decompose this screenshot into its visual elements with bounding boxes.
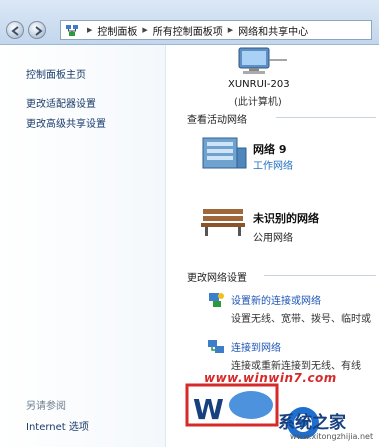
svg-text:W: W — [193, 393, 224, 426]
computer-subtitle: (此计算机) — [234, 97, 282, 108]
chevron-right-icon: ▶ — [142, 26, 148, 34]
network-name: 未识别的网络 — [253, 212, 319, 225]
change-settings-heading: 更改网络设置 — [187, 273, 247, 284]
connect-network-icon — [208, 340, 224, 353]
connect-network-desc: 连接或重新连接到无线、有线 — [231, 361, 361, 372]
breadcrumb-control-panel[interactable]: 控制面板 — [97, 23, 137, 38]
watermark-brand: 系统之家 — [278, 413, 346, 433]
breadcrumb-all-items[interactable]: 所有控制面板项 — [153, 23, 223, 38]
chevron-right-icon: ▶ — [227, 26, 234, 34]
network-type: 公用网络 — [253, 233, 293, 244]
computer-name: XUNRUI-203 — [228, 79, 290, 90]
breadcrumb-network-center[interactable]: 网络和共享中心 — [238, 23, 308, 38]
network-center-icon — [65, 23, 79, 37]
new-connection-icon — [209, 293, 224, 307]
bench-icon — [201, 209, 245, 236]
watermark-brand-url: www.xitongzhijia.net — [290, 432, 374, 441]
building-network-icon — [202, 137, 247, 169]
setup-connection-link[interactable]: 设置新的连接或网络 — [231, 292, 321, 307]
forward-button[interactable] — [28, 21, 46, 39]
network-name: 网络 9 — [253, 143, 287, 156]
watermark-url: www.winwin7.com — [204, 371, 337, 385]
back-button[interactable] — [6, 21, 24, 39]
internet-options-link[interactable]: Internet 选项 — [26, 418, 89, 433]
sidebar-item-home[interactable]: 控制面板主页 — [26, 66, 86, 81]
sidebar-item-sharing-settings[interactable]: 更改高级共享设置 — [26, 115, 106, 130]
address-bar[interactable]: ▶ 控制面板 ▶ 所有控制面板项 ▶ 网络和共享中心 — [60, 20, 372, 40]
see-also-heading: 另请参阅 — [26, 401, 66, 412]
connect-network-link[interactable]: 连接到网络 — [231, 339, 281, 354]
chevron-right-icon: ▶ — [87, 26, 93, 34]
divider — [276, 117, 376, 118]
computer-icon — [238, 47, 287, 74]
setup-connection-desc: 设置无线、宽带、拨号、临时或 — [231, 314, 371, 325]
sidebar-item-adapter-settings[interactable]: 更改适配器设置 — [26, 95, 96, 110]
divider — [264, 275, 376, 276]
network-type-link[interactable]: 工作网络 — [253, 157, 293, 172]
title-bar: ▶ 控制面板 ▶ 所有控制面板项 ▶ 网络和共享中心 — [0, 0, 379, 45]
active-networks-heading: 查看活动网络 — [187, 115, 247, 126]
arrow-right-icon — [35, 26, 43, 36]
arrow-left-icon — [11, 26, 19, 36]
